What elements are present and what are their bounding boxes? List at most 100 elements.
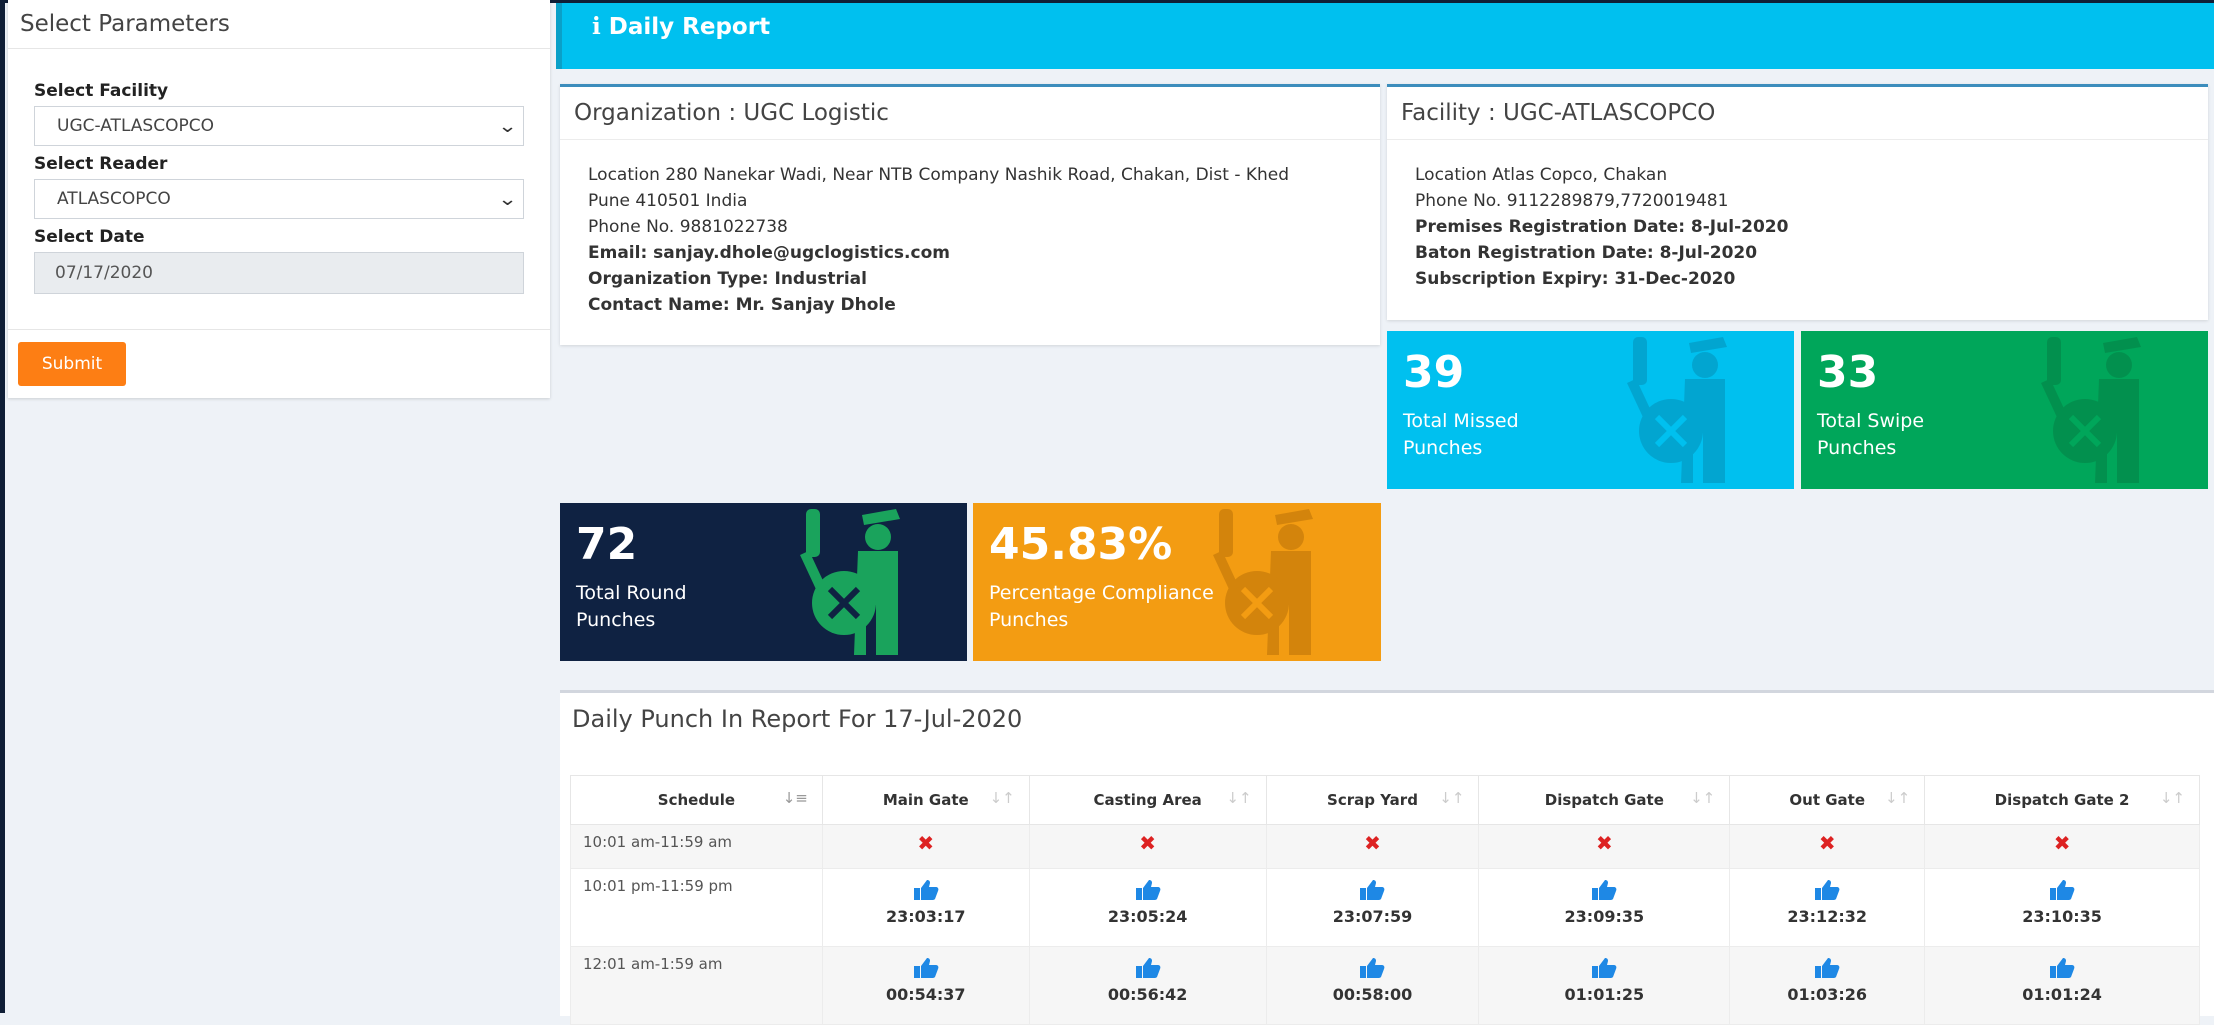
table-header-row: Schedule ↓≡ Main Gate ↓↑ Casting Area ↓↑ Sc… (570, 775, 2200, 825)
sort-icon: ↓↑ (1226, 789, 1252, 807)
column-label: Schedule (657, 791, 736, 809)
organization-contact: Contact Name: Mr. Sanjay Dhole (588, 295, 896, 315)
daily-punch-report-panel: Daily Punch In Report For 17-Jul-2020 Sc… (560, 690, 2214, 1025)
column-header-scrap-yard[interactable]: Scrap Yard ↓↑ (1265, 775, 1480, 825)
column-header-out-gate[interactable]: Out Gate ↓↑ (1729, 775, 1926, 825)
stat-label-line2: Punches (989, 609, 1069, 631)
thumbs-up-icon (1031, 879, 1265, 901)
select-parameters-panel: Select Parameters Select Facility UGC-AT… (8, 0, 550, 398)
punch-time: 23:03:17 (885, 907, 966, 926)
column-header-dispatch-gate-2[interactable]: Dispatch Gate 2 ↓↑ (1924, 775, 2200, 825)
punch-cell: 23:12:32 (1729, 868, 1926, 947)
reader-select[interactable]: ATLASCOPCO ⌄ (34, 179, 524, 219)
column-label: Scrap Yard (1327, 791, 1418, 809)
missed-x-icon: ✖ (1139, 831, 1156, 855)
stat-value: 45.83% (989, 519, 1173, 570)
missed-cell: ✖ (1729, 824, 1926, 869)
column-label: Dispatch Gate 2 (1994, 791, 2130, 809)
premises-registration-date: Premises Registration Date: 8-Jul-2020 (1415, 217, 1789, 237)
thumbs-up-icon (1926, 957, 2198, 979)
facility-select[interactable]: UGC-ATLASCOPCO ⌄ (34, 106, 524, 146)
thumbs-up-icon (824, 957, 1028, 979)
total-swipe-punches-tile: 33 Total Swipe Punches (1801, 331, 2208, 489)
punch-time: 01:03:26 (1787, 985, 1867, 1004)
guard-icon (800, 507, 930, 661)
punch-report-table: Schedule ↓≡ Main Gate ↓↑ Casting Area ↓↑ Sc… (570, 775, 2200, 1025)
thumbs-up-icon (1731, 879, 1923, 901)
thumbs-up-icon (1268, 879, 1478, 901)
facility-location: Location Atlas Copco, Chakan (1415, 165, 1668, 185)
sort-icon: ↓↑ (1690, 789, 1716, 807)
sort-icon: ↓↑ (1439, 789, 1465, 807)
organization-title: Organization : UGC Logistic (560, 87, 1380, 140)
total-round-punches-tile: 72 Total Round Punches (560, 503, 967, 661)
stat-label: Percentage Compliance (989, 582, 1214, 604)
thumbs-up-icon (1268, 957, 1478, 979)
panel-footer-divider (8, 329, 550, 330)
punch-time: 23:09:35 (1564, 907, 1645, 926)
missed-x-icon: ✖ (2053, 831, 2071, 855)
missed-cell: ✖ (1478, 824, 1731, 869)
stat-label: Total Round (576, 582, 687, 604)
punch-cell: 23:07:59 (1265, 868, 1480, 947)
thumbs-up-icon (1731, 957, 1923, 979)
punch-time: 00:58:00 (1332, 985, 1413, 1004)
facility-select-value: UGC-ATLASCOPCO (57, 116, 214, 136)
column-header-casting-area[interactable]: Casting Area ↓↑ (1028, 775, 1267, 825)
column-label: Main Gate (882, 791, 969, 809)
facility-card: Facility : UGC-ATLASCOPCO Location Atlas… (1387, 84, 2208, 320)
guard-icon (1627, 335, 1757, 489)
facility-phone: Phone No. 9112289879,7720019481 (1415, 191, 1729, 211)
chevron-down-icon: ⌄ (497, 115, 518, 137)
stat-value: 39 (1403, 347, 1465, 398)
stat-label: Total Missed (1403, 410, 1519, 432)
column-label: Casting Area (1093, 791, 1202, 809)
missed-cell: ✖ (1265, 824, 1480, 869)
column-header-schedule[interactable]: Schedule ↓≡ (570, 775, 823, 825)
stat-label: Total Swipe (1817, 410, 1925, 432)
punch-time: 23:07:59 (1332, 907, 1413, 926)
column-header-dispatch-gate[interactable]: Dispatch Gate ↓↑ (1478, 775, 1731, 825)
thumbs-up-icon (824, 879, 1028, 901)
banner-title: i Daily Report (592, 13, 770, 40)
punch-time: 00:56:42 (1107, 985, 1188, 1004)
report-title: Daily Punch In Report For 17-Jul-2020 (572, 705, 1023, 733)
punch-cell: 23:03:17 (821, 868, 1030, 947)
total-missed-punches-tile: 39 Total Missed Punches (1387, 331, 1794, 489)
date-input[interactable]: 07/17/2020 (34, 252, 524, 294)
date-label: Select Date (34, 227, 145, 247)
punch-cell: 23:09:35 (1478, 868, 1731, 947)
facility-label: Select Facility (34, 81, 169, 101)
organization-location: Location 280 Nanekar Wadi, Near NTB Comp… (588, 165, 1290, 185)
thumbs-up-icon (1926, 879, 2198, 901)
organization-type: Organization Type: Industrial (588, 269, 867, 289)
missed-cell: ✖ (821, 824, 1030, 869)
organization-card: Organization : UGC Logistic Location 280… (560, 84, 1380, 345)
stat-value: 72 (576, 519, 638, 570)
missed-x-icon: ✖ (1364, 831, 1381, 855)
column-header-main-gate[interactable]: Main Gate ↓↑ (821, 775, 1030, 825)
organization-phone: Phone No. 9881022738 (588, 217, 788, 237)
daily-report-banner: i Daily Report (556, 3, 2214, 69)
stat-label-line2: Punches (1817, 437, 1897, 459)
punch-time: 23:12:32 (1787, 907, 1867, 926)
missed-x-icon: ✖ (1595, 831, 1613, 855)
organization-location-line2: Pune 410501 India (588, 191, 748, 211)
panel-title: Select Parameters (8, 0, 550, 49)
guard-icon (1213, 507, 1343, 661)
punch-time: 23:05:24 (1107, 907, 1188, 926)
thumbs-up-icon (1480, 879, 1728, 901)
info-icon: i (592, 13, 601, 40)
sort-icon: ↓≡ (782, 789, 808, 807)
column-label: Dispatch Gate (1544, 791, 1664, 809)
organization-email: Email: sanjay.dhole@ugclogistics.com (588, 243, 950, 263)
window-frame-left (0, 0, 5, 1013)
column-label: Out Gate (1789, 791, 1865, 809)
chevron-down-icon: ⌄ (497, 188, 518, 210)
stat-label-line2: Punches (1403, 437, 1483, 459)
punch-time: 00:54:37 (885, 985, 966, 1004)
submit-button[interactable]: Submit (18, 342, 126, 386)
punch-time: 23:10:35 (2022, 907, 2102, 926)
table-row: 10:01 pm-11:59 pm 23:03:17 23:05:24 23:0… (570, 868, 2200, 947)
missed-x-icon: ✖ (1818, 831, 1836, 855)
